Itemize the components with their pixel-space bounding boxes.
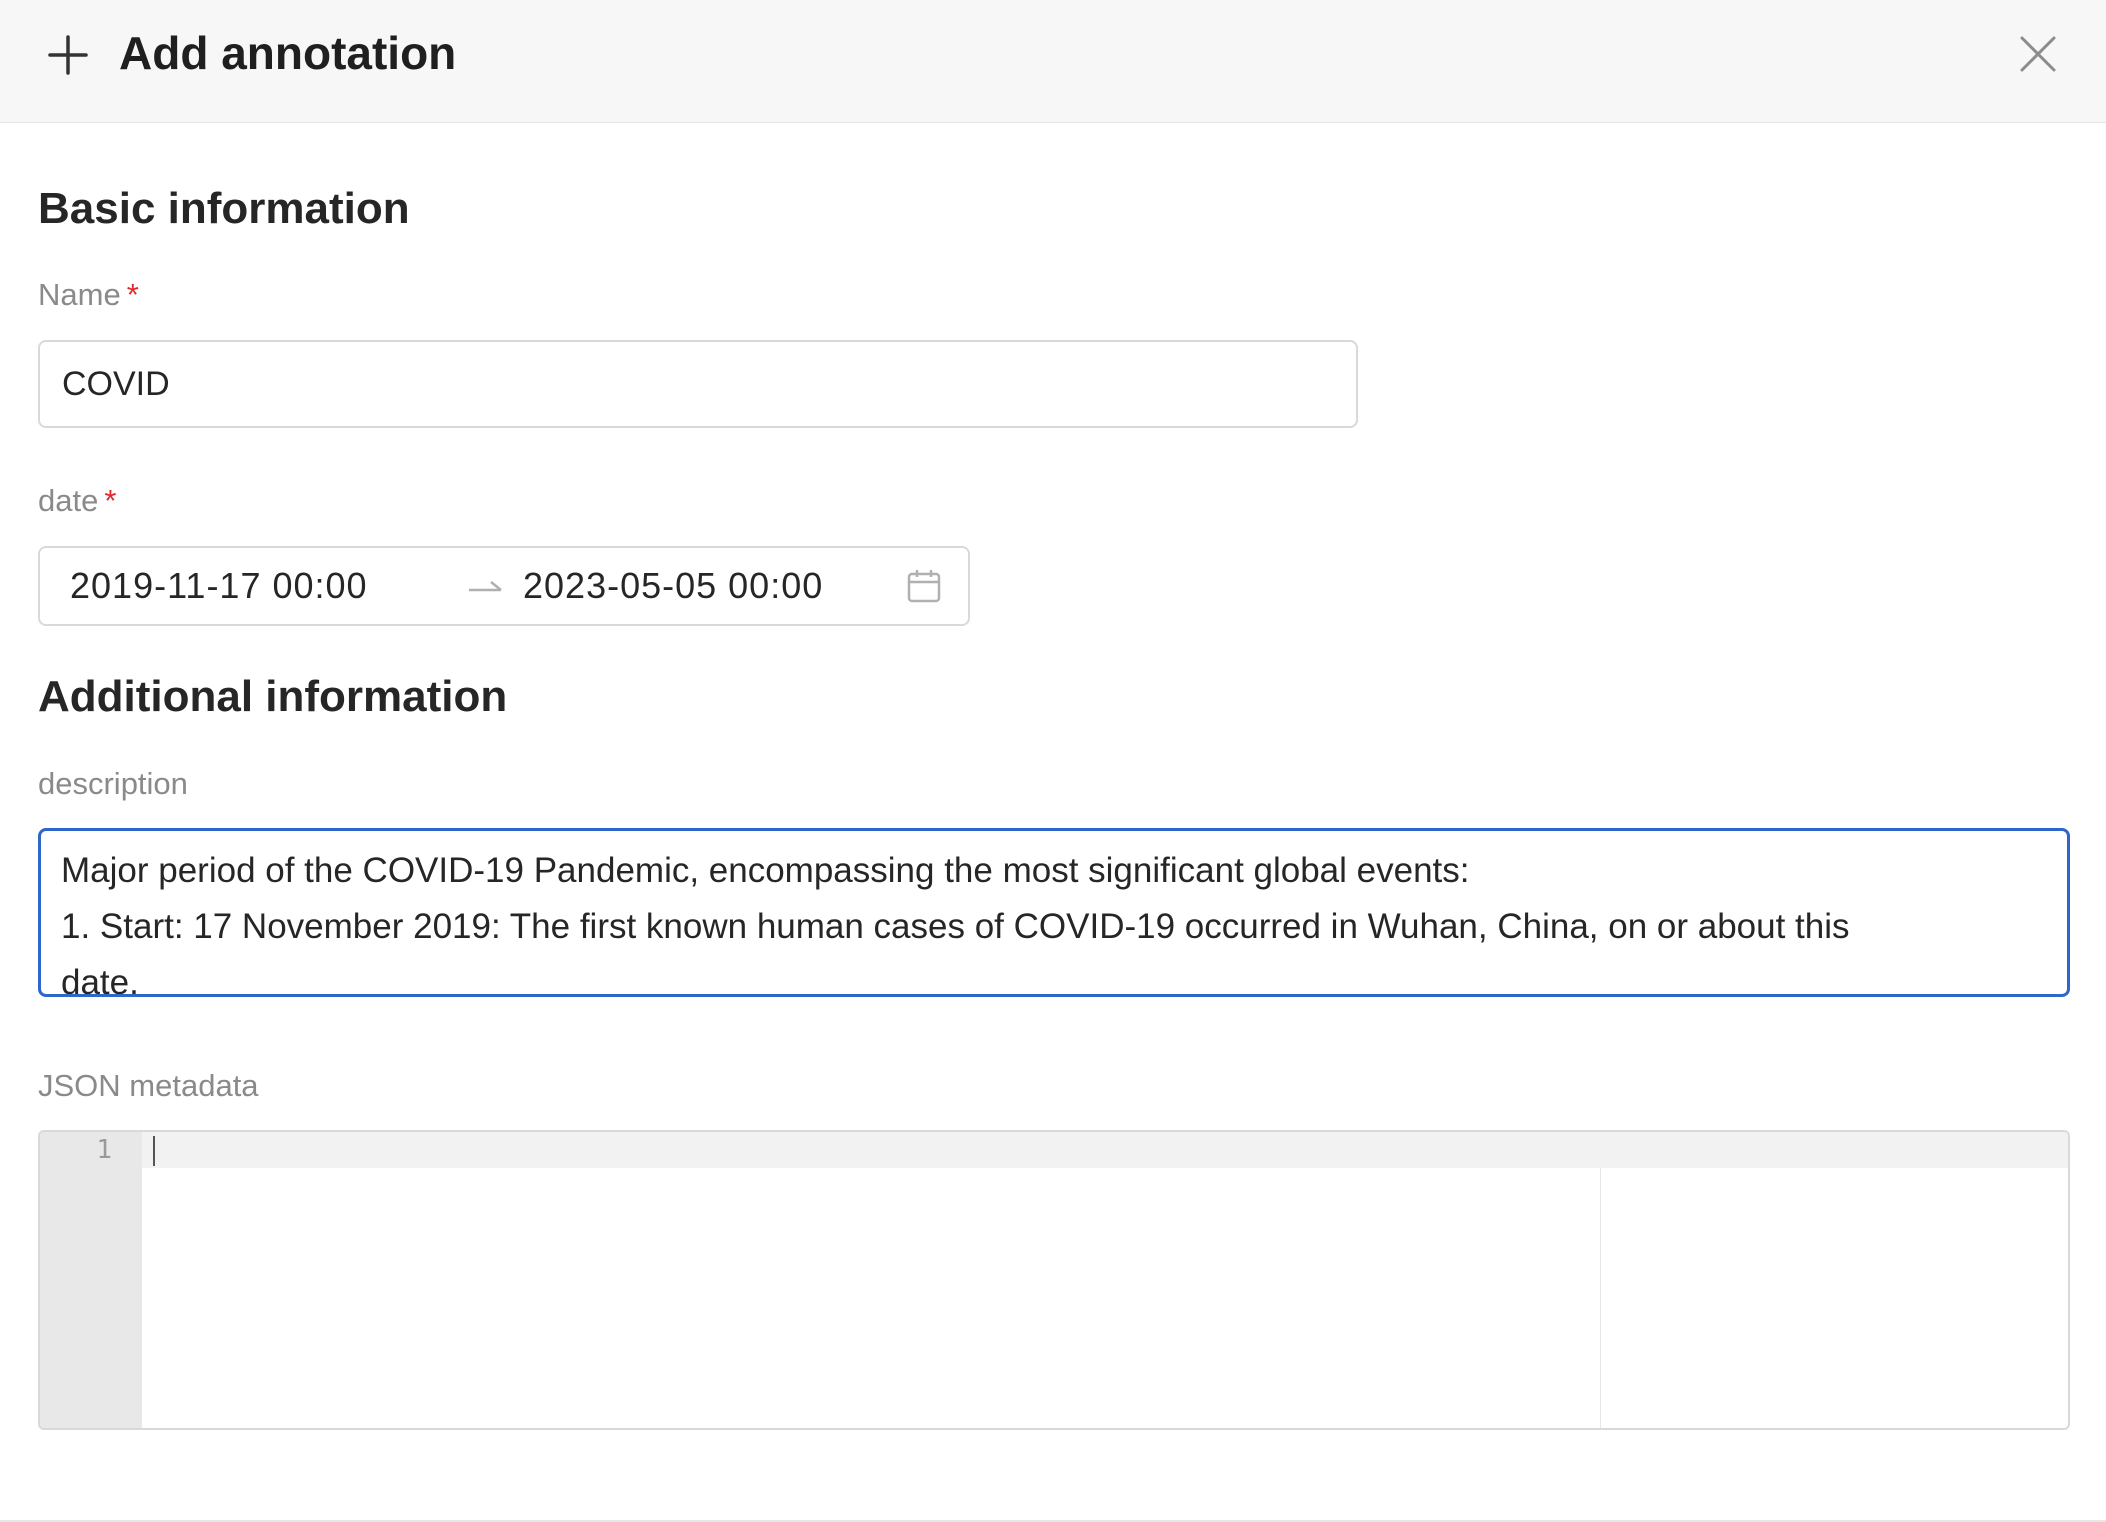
description-label: description: [38, 766, 188, 801]
name-input[interactable]: [38, 340, 1358, 428]
dialog-header: Add annotation: [0, 0, 2106, 123]
close-icon[interactable]: [2018, 34, 2058, 74]
date-start-input[interactable]: 2019-11-17 00:00: [70, 548, 368, 624]
required-mark: *: [104, 483, 117, 518]
add-annotation-dialog: Add annotation Basic information Name* d…: [0, 0, 2106, 1522]
date-label: date *: [38, 483, 116, 519]
date-range-picker[interactable]: 2019-11-17 00:00 2023-05-05 00:00: [38, 546, 970, 626]
calendar-icon[interactable]: [906, 568, 942, 604]
plus-icon: [48, 35, 88, 75]
description-line: Major period of the COVID-19 Pandemic, e…: [61, 851, 1470, 890]
print-margin: [1600, 1168, 1601, 1428]
line-number: 1: [96, 1135, 112, 1165]
dialog-title: Add annotation: [119, 27, 457, 79]
required-mark: *: [126, 277, 139, 312]
json-metadata-label: JSON metadata: [38, 1068, 259, 1103]
json-metadata-editor[interactable]: 1: [38, 1130, 2070, 1430]
description-line: 1. Start: 17 November 2019: The first kn…: [61, 907, 1850, 946]
line-number-gutter: [40, 1132, 142, 1428]
date-label-text: date: [38, 483, 99, 518]
basic-information-heading: Basic information: [38, 184, 410, 233]
description-textarea[interactable]: Major period of the COVID-19 Pandemic, e…: [38, 828, 2070, 997]
additional-information-heading: Additional information: [38, 672, 508, 721]
text-cursor: [153, 1136, 155, 1166]
arrow-right-icon: [469, 581, 502, 592]
active-line-highlight: [40, 1132, 2068, 1168]
name-label: Name *: [38, 277, 139, 313]
date-end-input[interactable]: 2023-05-05 00:00: [523, 548, 823, 624]
description-line: date.: [61, 963, 139, 997]
name-label-text: Name: [38, 277, 121, 312]
